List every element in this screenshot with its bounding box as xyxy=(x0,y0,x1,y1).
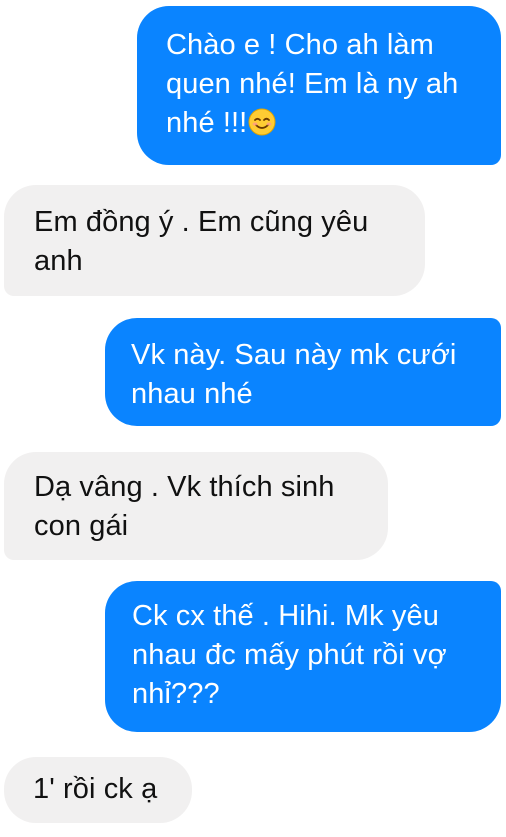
message-text-line: con gái xyxy=(34,510,129,542)
incoming-message-bubble[interactable]: Em đồng ý . Em cũng yêu anh xyxy=(4,185,425,296)
message-text-line: 1' rồi ck ạ xyxy=(33,773,158,805)
message-text-line: nhé !!! xyxy=(166,107,248,139)
message-text-line: Vk này. Sau này mk cưới xyxy=(131,339,457,371)
outgoing-message-bubble[interactable]: Vk này. Sau này mk cưới nhau nhé xyxy=(105,318,501,426)
message-text-line: nhau đc mấy phút rồi vợ xyxy=(132,639,447,671)
message-text-line: Em đồng ý . Em cũng yêu xyxy=(34,206,369,238)
message-text-line: Ck cx thế . Hihi. Mk yêu xyxy=(132,600,439,632)
message-text-line: Dạ vâng . Vk thích sinh xyxy=(34,471,335,503)
smiling-face-icon xyxy=(248,108,276,136)
message-text-line: quen nhé! Em là ny ah xyxy=(166,68,459,100)
incoming-message-bubble[interactable]: 1' rồi ck ạ xyxy=(4,757,192,823)
outgoing-message-bubble[interactable]: Ck cx thế . Hihi. Mk yêu nhau đc mấy phú… xyxy=(105,581,501,732)
incoming-message-bubble[interactable]: Dạ vâng . Vk thích sinh con gái xyxy=(4,452,388,560)
message-text-line: Chào e ! Cho ah làm xyxy=(166,29,434,61)
outgoing-message-bubble[interactable]: Chào e ! Cho ah làm quen nhé! Em là ny a… xyxy=(137,6,501,165)
message-text-line: nhỉ??? xyxy=(132,678,220,710)
message-text-line: anh xyxy=(34,245,83,277)
message-text-line: nhau nhé xyxy=(131,378,253,410)
chat-thread: Chào e ! Cho ah làm quen nhé! Em là ny a… xyxy=(0,0,506,837)
